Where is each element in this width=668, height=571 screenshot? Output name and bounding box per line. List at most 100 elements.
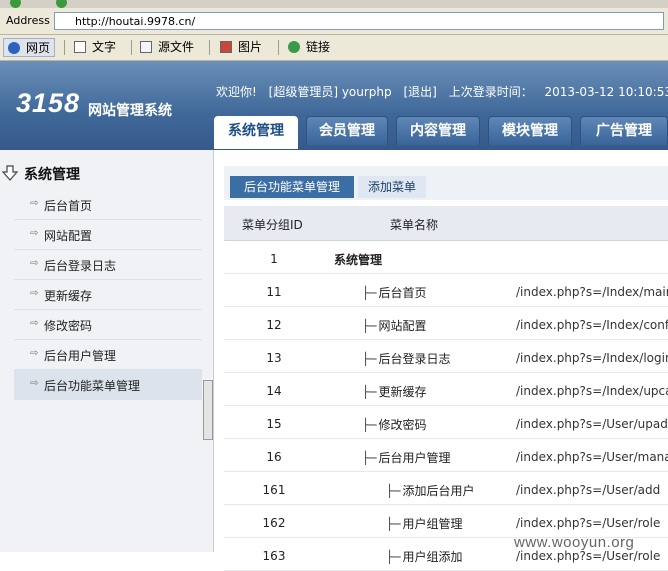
tree-branch-icon: ├─ <box>362 451 377 465</box>
sidebar-item-dashboard[interactable]: ⇨ 后台首页 <box>14 190 202 220</box>
app-header: 3158 网站管理系统 欢迎你! [超级管理员] yourphp [退出] 上次… <box>0 61 668 150</box>
row-id: 14 <box>266 384 282 398</box>
row-name: ├─ 后台首页 <box>362 286 427 300</box>
tree-branch-icon: ├─ <box>362 352 377 366</box>
sidebar-item-user-management[interactable]: ⇨ 后台用户管理 <box>14 340 202 370</box>
row-name: 系统管理 <box>334 253 383 267</box>
tree-branch-icon: ├─ <box>386 517 401 531</box>
toolbar-divider <box>278 40 279 55</box>
ie-page-icon <box>8 42 20 54</box>
logout-link[interactable]: [退出] <box>403 85 436 99</box>
source-file-icon <box>140 41 152 53</box>
row-id: 161 <box>262 483 286 497</box>
tree-branch-icon: ├─ <box>362 286 377 300</box>
address-bar: Address http://houtai.9978.cn/ <box>0 8 668 35</box>
tab-text[interactable]: 文字 <box>74 38 116 57</box>
last-login-time: 2013-03-12 10:10:53 <box>544 85 668 99</box>
user-info: 欢迎你! [超级管理员] yourphp [退出] 上次登录时间： 2013-0… <box>216 83 668 100</box>
table-row[interactable]: 14 ├─ 更新缓存/index.php?s=/Index/upcac <box>224 373 668 406</box>
address-url: http://houtai.9978.cn/ <box>75 15 196 28</box>
row-id: 163 <box>262 549 286 563</box>
tree-branch-icon: ├─ <box>362 418 377 432</box>
tab-images[interactable]: 图片 <box>220 38 262 57</box>
table-header: 菜单分组ID 菜单名称 <box>224 206 668 241</box>
row-url: /index.php?s=/Index/upcac <box>516 384 668 398</box>
column-header-id: 菜单分组ID <box>242 218 303 232</box>
toolbar-divider <box>64 40 65 55</box>
image-icon <box>220 41 232 53</box>
text-icon <box>74 41 86 53</box>
toolbar-divider <box>131 40 132 55</box>
arrow-right-icon: ⇨ <box>30 288 39 299</box>
row-url: /index.php?s=/Index/config <box>516 318 668 332</box>
nav-tab-members[interactable]: 会员管理 <box>306 116 388 145</box>
main-content: 后台功能菜单管理 添加菜单 菜单分组ID 菜单名称 1 系统管理 11 ├─ 后台首页 /… <box>214 150 668 571</box>
toolbar-divider <box>209 40 210 55</box>
row-url: /index.php?s=/User/manage <box>516 450 668 464</box>
row-url: /index.php?s=/User/role <box>516 516 661 530</box>
arrow-right-icon: ⇨ <box>30 198 39 209</box>
row-url: /index.php?s=/User/upadmi <box>516 417 668 431</box>
logo-number: 3158 <box>16 88 81 118</box>
table-row[interactable]: 15 ├─ 修改密码/index.php?s=/User/upadmi <box>224 406 668 439</box>
address-label: Address <box>6 14 50 27</box>
tab-menu-list[interactable]: 后台功能菜单管理 <box>230 176 354 198</box>
logo-text: 网站管理系统 <box>88 103 172 119</box>
row-name: ├─ 后台用户管理 <box>362 451 451 465</box>
sidebar: 系统管理 ⇨ 后台首页 ⇨ 网站配置 ⇨ 后台登录日志 ⇨ 更新缓存 ⇨ 修改密… <box>0 150 214 552</box>
row-name: ├─ 更新缓存 <box>362 385 427 399</box>
row-name: ├─ 修改密码 <box>362 418 427 432</box>
arrow-right-icon: ⇨ <box>30 258 39 269</box>
arrow-right-icon: ⇨ <box>30 228 39 239</box>
table-row[interactable]: 12 ├─ 网站配置/index.php?s=/Index/config <box>224 307 668 340</box>
sidebar-item-menu-management[interactable]: ⇨ 后台功能菜单管理 <box>14 370 202 400</box>
back-icon[interactable] <box>10 0 21 8</box>
column-header-name: 菜单名称 <box>390 218 439 232</box>
user-name-link[interactable]: [超级管理员] yourphp <box>269 85 392 99</box>
table-row[interactable]: 16 ├─后台用户管理/index.php?s=/User/manage <box>224 439 668 472</box>
sidebar-item-login-log[interactable]: ⇨ 后台登录日志 <box>14 250 202 280</box>
row-id: 13 <box>266 351 282 365</box>
tab-webpage[interactable]: 网页 <box>3 38 56 57</box>
row-name: ├─ 后台登录日志 <box>362 352 451 366</box>
nav-tab-content[interactable]: 内容管理 <box>396 116 480 145</box>
sidebar-title: 系统管理 <box>2 164 80 184</box>
sidebar-item-change-password[interactable]: ⇨ 修改密码 <box>14 310 202 340</box>
address-input[interactable]: http://houtai.9978.cn/ <box>54 12 664 30</box>
sidebar-item-clear-cache[interactable]: ⇨ 更新缓存 <box>14 280 202 310</box>
row-id: 15 <box>266 417 282 431</box>
row-id: 12 <box>266 318 282 332</box>
tab-add-menu[interactable]: 添加菜单 <box>358 176 426 198</box>
nav-tab-system[interactable]: 系统管理 <box>214 116 298 149</box>
sidebar-scrollbar[interactable] <box>203 380 213 440</box>
row-id: 11 <box>266 285 282 299</box>
tree-branch-icon: ├─ <box>362 385 377 399</box>
nav-tab-ads[interactable]: 广告管理 <box>580 116 668 145</box>
row-name: ├─ 网站配置 <box>362 319 427 333</box>
tab-source[interactable]: 源文件 <box>140 38 194 57</box>
row-url: /index.php?s=/Index/main <box>516 285 668 299</box>
watermark: www.wooyun.org <box>514 534 635 551</box>
arrow-right-icon: ⇨ <box>30 348 39 359</box>
table-row[interactable]: 1 系统管理 <box>224 241 668 274</box>
tree-branch-icon: ├─ <box>386 484 401 498</box>
row-id: 16 <box>266 450 282 464</box>
nav-tab-modules[interactable]: 模块管理 <box>488 116 572 145</box>
row-id: 1 <box>270 252 278 266</box>
tree-branch-icon: ├─ <box>386 550 401 564</box>
row-url: /index.php?s=/Index/loginlo <box>516 351 668 365</box>
sidebar-item-site-config[interactable]: ⇨ 网站配置 <box>14 220 202 250</box>
forward-icon[interactable] <box>56 0 67 8</box>
table-row[interactable]: 161 ├─ 添加后台用户/index.php?s=/User/add <box>224 472 668 505</box>
row-name: ├─ 用户组管理 <box>386 517 463 531</box>
row-name: ├─ 添加后台用户 <box>386 484 475 498</box>
row-url: /index.php?s=/User/add <box>516 483 661 497</box>
welcome-text: 欢迎你! <box>216 85 257 99</box>
arrow-right-icon: ⇨ <box>30 318 39 329</box>
table-row[interactable]: 13 ├─ 后台登录日志/index.php?s=/Index/loginlo <box>224 340 668 373</box>
last-login-label: 上次登录时间： <box>448 85 533 99</box>
table-row[interactable]: 11 ├─ 后台首页/index.php?s=/Index/main <box>224 274 668 307</box>
row-url: /index.php?s=/User/role <box>516 549 661 563</box>
tab-links[interactable]: 链接 <box>288 38 330 57</box>
tree-branch-icon: ├─ <box>362 319 377 333</box>
